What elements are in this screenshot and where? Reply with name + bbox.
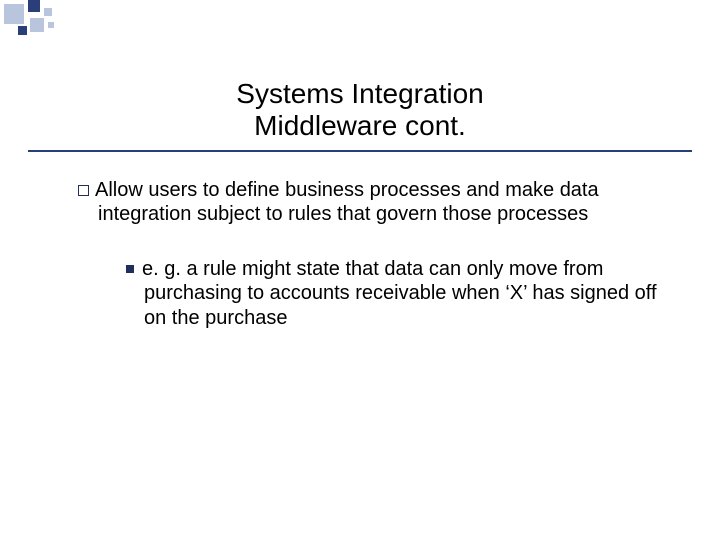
title-line-1: Systems Integration (0, 78, 720, 110)
solid-square-bullet-icon (126, 265, 134, 273)
title-underline (28, 150, 692, 152)
slide-title: Systems Integration Middleware cont. (0, 78, 720, 142)
bullet-level1-text: Allow users to define business processes… (95, 179, 599, 225)
slide-body: Allow users to define business processes… (78, 178, 668, 330)
bullet-level2: e. g. a rule might state that data can o… (126, 257, 668, 330)
corner-decoration (0, 0, 130, 40)
bullet-level2-text: e. g. a rule might state that data can o… (142, 258, 657, 329)
hollow-square-bullet-icon (78, 185, 89, 196)
title-line-2: Middleware cont. (0, 110, 720, 142)
bullet-level1: Allow users to define business processes… (78, 178, 668, 227)
